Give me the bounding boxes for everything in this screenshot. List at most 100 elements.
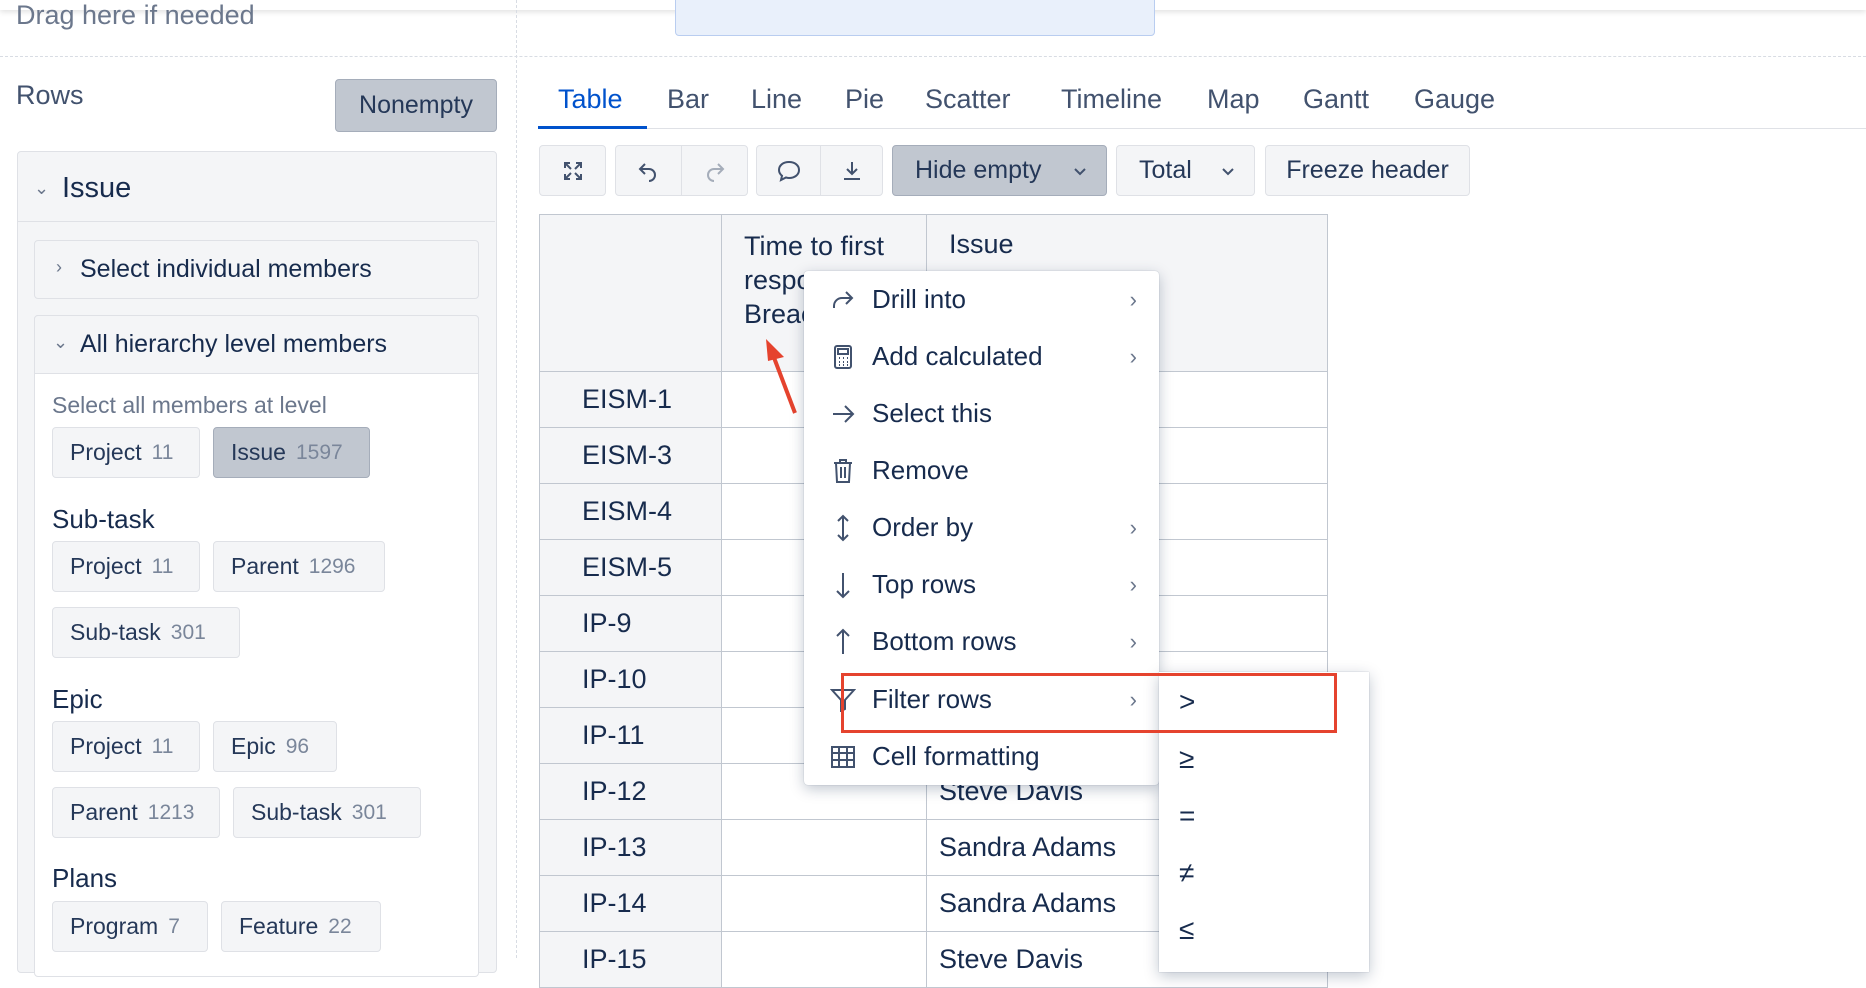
chip-count: 11 <box>151 440 174 464</box>
level-chip-issue[interactable]: Issue 1597 <box>213 427 370 478</box>
epic-chip-epic[interactable]: Epic 96 <box>213 721 337 772</box>
row-header-cell[interactable]: IP-13 <box>539 819 722 876</box>
tab-timeline[interactable]: Timeline <box>1061 84 1162 115</box>
undo-icon[interactable] <box>636 159 660 183</box>
chevron-right-icon: › <box>1129 571 1137 597</box>
value-cell <box>721 819 927 876</box>
measures-drop-box[interactable] <box>675 0 1155 36</box>
filter-option-equal[interactable]: = <box>1179 800 1195 832</box>
dimension-title: Issue <box>62 172 132 204</box>
fullscreen-button[interactable] <box>539 145 606 196</box>
level-chip-project[interactable]: Project 11 <box>52 427 200 478</box>
tab-table[interactable]: Table <box>558 84 623 115</box>
row-header-cell[interactable]: IP-9 <box>539 595 722 652</box>
menu-item-order-by[interactable]: Order by › <box>804 499 1159 556</box>
subtask-chip-subtask[interactable]: Sub-task 301 <box>52 607 240 658</box>
subtask-chip-project[interactable]: Project 11 <box>52 541 200 592</box>
menu-item-top-rows[interactable]: Top rows › <box>804 556 1159 613</box>
chip-label: Feature <box>239 913 319 939</box>
menu-item-label: Top rows <box>872 569 977 599</box>
comment-icon[interactable] <box>776 159 802 183</box>
chevron-down-icon <box>1220 163 1236 179</box>
hide-empty-dropdown[interactable]: Hide empty <box>892 145 1107 196</box>
chip-label: Issue <box>231 439 286 465</box>
section-title-plans: Plans <box>52 863 118 893</box>
section-title-subtask: Sub-task <box>52 504 155 534</box>
menu-item-label: Remove <box>872 455 969 485</box>
chevron-down-icon[interactable]: ⌄ <box>34 178 49 199</box>
row-header-cell[interactable]: IP-11 <box>539 707 722 764</box>
arrow-down-icon <box>826 571 860 599</box>
tab-gauge[interactable]: Gauge <box>1414 84 1495 115</box>
chevron-right-icon: › <box>1129 343 1137 369</box>
freeze-header-button[interactable]: Freeze header <box>1265 145 1470 196</box>
chevron-down-icon[interactable]: ⌄ <box>53 332 68 353</box>
chip-count: 301 <box>170 620 206 644</box>
row-header-cell[interactable]: EISM-4 <box>539 483 722 540</box>
tab-map[interactable]: Map <box>1207 84 1260 115</box>
table-icon <box>826 745 860 769</box>
calculator-icon <box>826 344 860 370</box>
divider-vertical <box>516 0 517 958</box>
chip-count: 1597 <box>295 440 343 464</box>
filter-option-not-equal[interactable]: ≠ <box>1179 857 1194 889</box>
chip-label: Parent <box>70 799 138 825</box>
all-hierarchy-label[interactable]: All hierarchy level members <box>80 330 387 359</box>
menu-item-label: Order by <box>872 512 974 542</box>
menu-item-bottom-rows[interactable]: Bottom rows › <box>804 613 1159 670</box>
chip-label: Program <box>70 913 159 939</box>
select-individual-label[interactable]: Select individual members <box>80 255 372 284</box>
epic-chip-subtask[interactable]: Sub-task 301 <box>233 787 421 838</box>
row-header-cell[interactable]: IP-12 <box>539 763 722 820</box>
toolbar-separator <box>681 146 682 195</box>
menu-item-drill-into[interactable]: Drill into › <box>804 271 1159 328</box>
menu-item-remove[interactable]: Remove <box>804 442 1159 499</box>
arrow-up-icon <box>826 628 860 656</box>
epic-chip-project[interactable]: Project 11 <box>52 721 200 772</box>
row-header-cell[interactable]: EISM-5 <box>539 539 722 596</box>
divider-horizontal <box>0 56 1866 57</box>
chip-label: Project <box>70 733 142 759</box>
row-header-cell[interactable]: IP-10 <box>539 651 722 708</box>
menu-item-select-this[interactable]: Select this <box>804 385 1159 442</box>
row-header-cell[interactable]: EISM-1 <box>539 371 722 428</box>
chip-count: 1213 <box>147 800 195 824</box>
menu-item-label: Cell formatting <box>872 741 1040 771</box>
chip-count: 301 <box>351 800 387 824</box>
tab-pie[interactable]: Pie <box>845 84 884 115</box>
total-label: Total <box>1139 156 1192 184</box>
row-header-cell[interactable]: IP-15 <box>539 931 722 988</box>
chip-label: Parent <box>231 553 299 579</box>
chip-label: Project <box>70 553 142 579</box>
row-header-cell[interactable]: EISM-3 <box>539 427 722 484</box>
drag-hint: Drag here if needed <box>16 0 255 30</box>
chip-count: 96 <box>285 734 310 758</box>
menu-item-label: Bottom rows <box>872 626 1017 656</box>
chevron-right-icon: › <box>1129 628 1137 654</box>
section-title-epic: Epic <box>52 684 103 714</box>
chevron-right-icon[interactable]: › <box>56 257 62 278</box>
tab-gantt[interactable]: Gantt <box>1303 84 1369 115</box>
plans-chip-feature[interactable]: Feature 22 <box>221 901 381 952</box>
epic-chip-parent[interactable]: Parent 1213 <box>52 787 220 838</box>
plans-chip-program[interactable]: Program 7 <box>52 901 208 952</box>
tab-bar[interactable]: Bar <box>667 84 709 115</box>
hide-empty-label: Hide empty <box>915 156 1042 184</box>
menu-item-label: Drill into <box>872 284 966 314</box>
tab-line[interactable]: Line <box>751 84 802 115</box>
nonempty-button[interactable]: Nonempty <box>335 79 497 132</box>
menu-item-cell-formatting[interactable]: Cell formatting <box>804 728 1159 785</box>
filter-option-less-equal[interactable]: ≤ <box>1179 914 1194 946</box>
subtask-chip-parent[interactable]: Parent 1296 <box>213 541 385 592</box>
menu-item-add-calculated[interactable]: Add calculated › <box>804 328 1159 385</box>
tab-scatter[interactable]: Scatter <box>925 84 1011 115</box>
chip-count: 22 <box>328 914 352 938</box>
arrow-right-icon <box>826 403 860 425</box>
total-dropdown[interactable]: Total <box>1116 145 1255 196</box>
download-icon[interactable] <box>840 159 864 183</box>
filter-option-greater-equal[interactable]: ≥ <box>1179 743 1194 775</box>
menu-item-label: Select this <box>872 398 992 428</box>
redo-icon[interactable] <box>703 159 727 183</box>
expand-icon <box>561 159 585 183</box>
row-header-cell[interactable]: IP-14 <box>539 875 722 932</box>
